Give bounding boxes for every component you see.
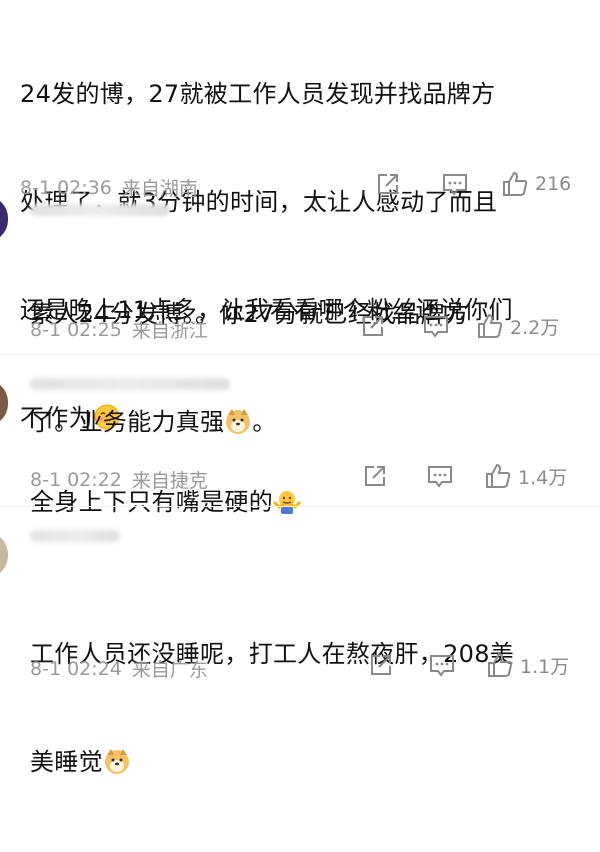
share-icon [371,655,391,675]
comment-location: 来自广东 [131,659,208,681]
username-blurred [30,204,170,216]
like-button[interactable]: 1.4万 [484,462,567,490]
comment-text: 工作人员还没睡呢，打工人在熬夜肝，208美 美睡觉 [30,564,514,852]
username-blurred [30,378,230,390]
like-icon [486,463,511,488]
share-button[interactable] [362,463,388,489]
like-button[interactable]: 216 [501,170,571,198]
comment-line: 24发的博，27就被工作人员发现并找品牌方 [20,80,496,108]
like-button[interactable]: 2.2万 [476,312,559,340]
share-icon [363,316,383,336]
doge-emoji-icon [104,749,129,774]
comment-line: 美睡觉 [30,748,103,776]
comment-actions: 1.4万 [362,462,567,490]
comment-button[interactable] [441,171,469,197]
comment-time: 8-1 02:24 [30,657,122,680]
like-icon [503,171,528,196]
shrug-emoji-icon [273,491,301,514]
avatar[interactable] [0,532,8,578]
comment-location: 来自浙江 [131,320,208,342]
comment-meta: 8-1 02:24 来自广东 [30,655,208,682]
comment-actions: 216 [375,170,571,198]
like-count: 1.1万 [520,655,570,678]
avatar[interactable] [0,380,8,426]
like-icon [478,313,503,338]
comment-time: 8-1 02:25 [30,318,122,341]
comment-meta: 8-1 02:36 来自湖南 [20,174,198,201]
comment-button[interactable] [422,313,450,339]
avatar[interactable] [0,196,8,242]
comment-button[interactable] [428,652,456,678]
comment-time: 8-1 02:22 [30,468,122,491]
comment-location: 来自捷克 [131,470,208,492]
comment-button[interactable] [426,463,454,489]
like-icon [488,652,513,677]
share-icon [378,174,398,194]
comment-icon [428,466,452,488]
comment-meta: 8-1 02:25 来自浙江 [30,316,208,343]
like-count: 1.4万 [518,466,568,489]
username-blurred [30,530,120,542]
comment-location: 来自湖南 [121,178,198,200]
share-icon [365,466,385,486]
like-count: 2.2万 [510,316,560,339]
comment-actions: 2.2万 [360,312,559,340]
divider [0,354,600,355]
comment-icon [443,174,467,196]
comment-meta: 8-1 02:22 来自捷克 [30,466,208,493]
divider [0,506,600,507]
comment-icon [424,316,448,338]
like-button[interactable]: 1.1万 [486,651,569,679]
share-button[interactable] [375,171,401,197]
comment-actions: 1.1万 [368,651,569,679]
comment-icon [430,655,454,677]
share-button[interactable] [368,652,394,678]
share-button[interactable] [360,313,386,339]
like-count: 216 [535,173,572,195]
comment-time: 8-1 02:36 [20,176,112,199]
